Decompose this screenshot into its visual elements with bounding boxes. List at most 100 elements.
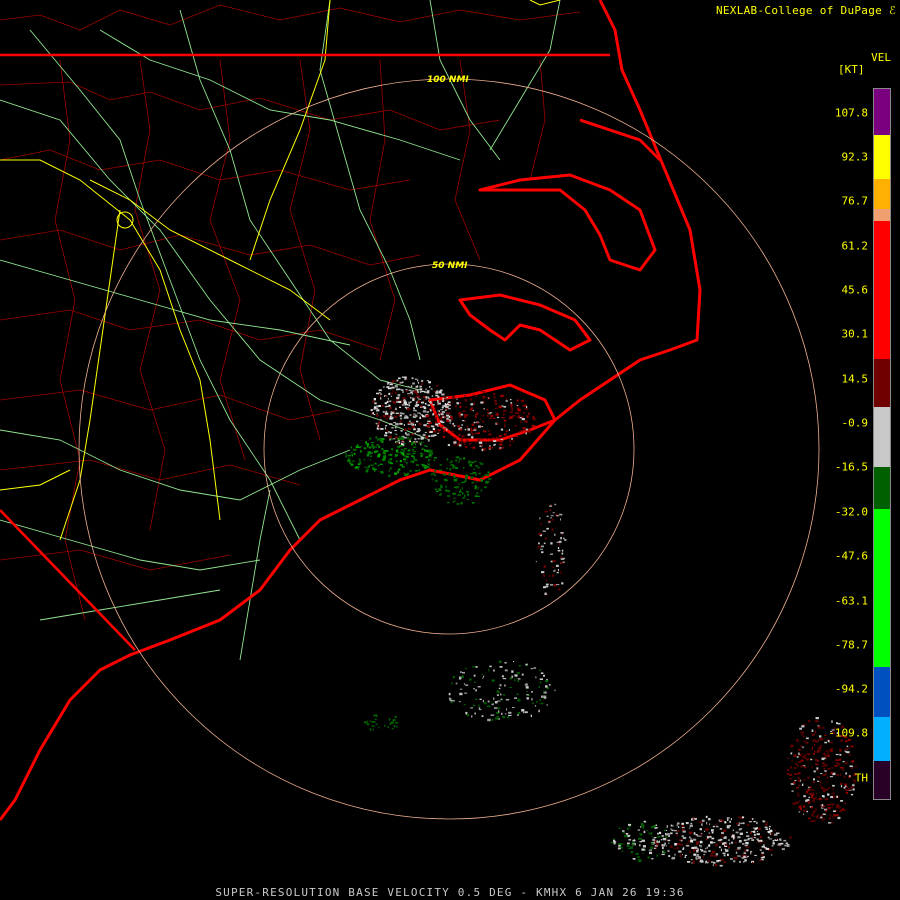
echo-pixel [842, 769, 845, 771]
echo-pixel [367, 720, 369, 723]
echo-pixel [471, 481, 475, 484]
echo-pixel [530, 668, 534, 670]
echo-pixel [754, 854, 757, 856]
echo-pixel [428, 460, 430, 462]
echo-pixel [483, 430, 487, 433]
echo-pixel [420, 437, 424, 440]
echo-pixel [397, 468, 401, 471]
echo-pixel [461, 435, 465, 438]
echo-pixel [409, 470, 412, 472]
echo-pixel [560, 556, 563, 559]
echo-pixel [797, 764, 799, 767]
echo-pixel [450, 415, 453, 418]
echo-pixel [480, 401, 484, 404]
echo-pixel [486, 409, 489, 411]
echo-pixel [348, 457, 350, 460]
echo-pixel [482, 677, 484, 679]
legend-label: -109.8 [828, 726, 868, 740]
echo-pixel [408, 404, 411, 407]
echo-pixel [699, 844, 701, 847]
echo-pixel [696, 854, 699, 856]
echo-pixel [845, 761, 847, 764]
echo-pixel [473, 468, 475, 470]
echo-pixel [738, 840, 742, 843]
echo-pixel [452, 497, 456, 499]
echo-pixel [793, 754, 797, 757]
echo-pixel [408, 408, 411, 410]
echo-pixel [823, 754, 827, 757]
echo-pixel [427, 420, 431, 422]
echo-pixel [411, 444, 414, 446]
echo-pixel [836, 795, 838, 798]
echo-pixel [525, 686, 529, 689]
echo-pixel [482, 414, 485, 417]
echo-pixel [811, 792, 814, 795]
echo-pixel [429, 409, 432, 412]
echo-pixel [774, 833, 778, 836]
echo-pixel [643, 820, 647, 823]
echo-pixel [525, 683, 528, 686]
echo-pixel [370, 464, 374, 466]
echo-pixel [819, 805, 821, 808]
echo-pixel [411, 397, 415, 399]
echo-pixel [380, 470, 384, 473]
echo-pixel [427, 397, 430, 400]
echo-pixel [394, 455, 398, 457]
echo-pixel [398, 414, 400, 416]
echo-pixel [384, 402, 387, 405]
echo-pixel [400, 389, 404, 391]
echo-pixel [827, 752, 830, 755]
echo-pixel [821, 765, 824, 767]
echo-pixel [846, 786, 849, 788]
echo-pixel [437, 429, 441, 431]
credit-label: NEXLAB-College of DuPage [715, 4, 883, 17]
echo-pixel [827, 768, 831, 770]
echo-pixel [835, 753, 839, 756]
echo-pixel [837, 806, 841, 809]
echo-pixel [621, 850, 624, 852]
echo-pixel [533, 667, 537, 669]
echo-pixel [708, 818, 711, 821]
echo-pixel [845, 740, 848, 743]
echo-pixel [424, 431, 427, 433]
echo-pixel [453, 437, 457, 440]
echo-pixel [846, 745, 849, 748]
echo-pixel [816, 814, 819, 816]
echo-pixel [620, 843, 624, 845]
echo-pixel [438, 422, 441, 425]
echo-pixel [849, 775, 851, 778]
echo-pixel [823, 753, 826, 755]
echo-pixel [390, 462, 393, 465]
echo-pixel [550, 504, 553, 506]
echo-pixel [711, 831, 714, 834]
echo-pixel [474, 432, 478, 435]
echo-pixel [825, 772, 827, 775]
echo-pixel [460, 490, 462, 493]
echo-pixel [425, 396, 428, 398]
echo-pixel [700, 849, 703, 852]
echo-pixel [476, 492, 479, 494]
echo-pixel [471, 407, 473, 409]
echo-pixel [389, 468, 393, 470]
echo-pixel [459, 428, 462, 431]
echo-pixel [438, 415, 440, 417]
echo-pixel [512, 440, 515, 442]
legend-label: -47.6 [834, 549, 868, 563]
echo-pixel [464, 394, 467, 397]
echo-pixel [531, 424, 536, 428]
echo-pixel [518, 412, 520, 415]
echo-pixel [403, 417, 406, 419]
echo-pixel [816, 767, 819, 770]
echo-pixel [496, 436, 498, 438]
echo-pixel [350, 463, 354, 466]
echo-pixel [403, 458, 407, 461]
echo-pixel [729, 820, 731, 823]
echo-pixel [509, 687, 513, 688]
echo-pixel [546, 704, 548, 706]
echo-pixel [447, 401, 451, 404]
echo-pixel [850, 745, 854, 748]
echo-pixel [400, 430, 403, 432]
echo-pixel [424, 402, 427, 405]
echo-pixel [803, 754, 806, 757]
echo-pixel [733, 860, 736, 863]
